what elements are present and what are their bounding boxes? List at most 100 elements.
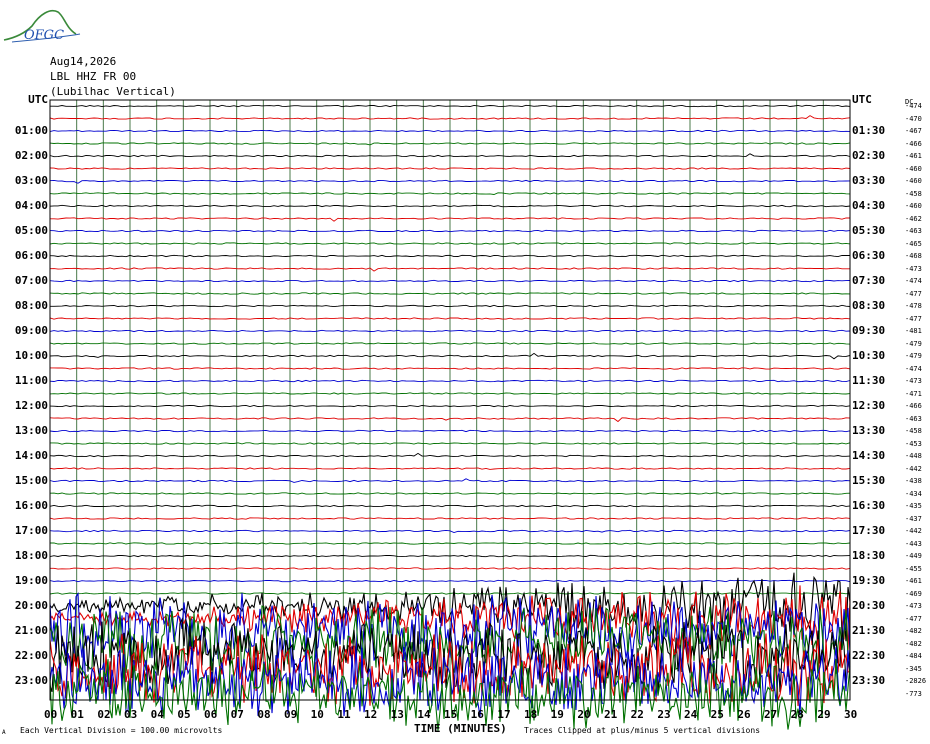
dc-offset-label: -443 — [905, 539, 922, 548]
x-tick-label: 08 — [257, 708, 271, 721]
dc-offset-label: -474 — [905, 364, 922, 373]
left-hour-label: 06:00 — [14, 249, 48, 262]
x-tick-label: 09 — [284, 708, 298, 721]
dc-offset-label: -470 — [905, 114, 922, 123]
dc-offset-label: -460 — [905, 177, 922, 185]
right-hour-label: 07:30 — [852, 274, 886, 287]
left-hour-label: 11:00 — [14, 374, 48, 387]
x-tick-label: 30 — [844, 708, 858, 721]
right-hour-label: 16:30 — [852, 499, 886, 512]
dc-offset-label: -484 — [905, 652, 922, 660]
dc-offset-label: -463 — [905, 414, 922, 423]
left-hour-label: 03:00 — [14, 174, 48, 187]
right-hour-label: 11:30 — [852, 374, 886, 387]
dc-offset-label: -469 — [905, 589, 922, 598]
dc-offset-label: -473 — [905, 377, 922, 385]
dc-offset-label: -773 — [905, 689, 922, 698]
left-hour-label: 16:00 — [14, 499, 48, 512]
footer-mark: A — [2, 729, 6, 736]
left-hour-label: 07:00 — [14, 274, 48, 287]
left-hour-label: 09:00 — [14, 324, 48, 337]
right-hour-label: 23:30 — [852, 674, 886, 687]
x-tick-label: 17 — [497, 708, 511, 721]
right-hour-label: 09:30 — [852, 324, 886, 337]
dc-offset-label: -345 — [905, 664, 922, 673]
x-tick-label: 07 — [230, 708, 244, 721]
right-hour-label: 18:30 — [852, 549, 886, 562]
x-tick-label: 18 — [524, 708, 538, 721]
x-tick-label: 12 — [364, 708, 378, 721]
dc-offset-label: -461 — [905, 577, 922, 585]
dc-offset-label: -455 — [905, 564, 922, 573]
right-hour-label: 06:30 — [852, 249, 886, 262]
right-hour-label: 10:30 — [852, 349, 886, 362]
x-tick-label: 13 — [390, 708, 404, 721]
x-tick-label: 19 — [550, 708, 564, 721]
left-hour-label: 05:00 — [14, 224, 48, 237]
dc-offset-label: -435 — [905, 502, 922, 510]
x-tick-label: 22 — [630, 708, 644, 721]
dc-offset-label: -479 — [905, 339, 922, 348]
right-hour-label: 05:30 — [852, 224, 886, 237]
dc-offset-label: -468 — [905, 252, 922, 260]
x-tick-label: 28 — [790, 708, 804, 721]
x-tick-label: 29 — [817, 708, 831, 721]
right-hour-label: 02:30 — [852, 149, 886, 162]
left-hour-label: 17:00 — [14, 524, 48, 537]
dc-offset-label: -462 — [905, 214, 922, 223]
dc-offset-label: -466 — [905, 402, 922, 410]
right-hour-label: 21:30 — [852, 624, 886, 637]
footer-scale-note: Each Vertical Division = 100.00 microvol… — [20, 726, 223, 735]
left-hour-label: 20:00 — [14, 599, 48, 612]
dc-offset-label: -478 — [905, 302, 922, 310]
right-hour-label: 03:30 — [852, 174, 886, 187]
left-hour-label: 21:00 — [14, 624, 48, 637]
x-tick-label: 15 — [444, 708, 458, 721]
dc-offset-label: -458 — [905, 189, 922, 198]
right-hour-label: 20:30 — [852, 599, 886, 612]
dc-offset-label: -482 — [905, 639, 922, 648]
right-hour-label: 19:30 — [852, 574, 886, 587]
x-tick-label: 21 — [604, 708, 618, 721]
dc-offset-label: -482 — [905, 627, 922, 635]
x-tick-label: 05 — [177, 708, 191, 721]
x-tick-label: 04 — [150, 708, 164, 721]
dc-offset-label: -448 — [905, 452, 922, 460]
right-hour-label: 04:30 — [852, 199, 886, 212]
x-tick-label: 02 — [97, 708, 111, 721]
dc-offset-label: -438 — [905, 477, 922, 485]
left-axis-title: UTC — [28, 93, 48, 106]
footer-clip-note: Traces Clipped at plus/minus 5 vertical … — [524, 726, 761, 735]
x-tick-label: 06 — [204, 708, 218, 721]
dc-offset-label: -466 — [905, 139, 922, 148]
right-hour-label: 22:30 — [852, 649, 886, 662]
x-tick-label: 10 — [310, 708, 324, 721]
left-hour-label: 12:00 — [14, 399, 48, 412]
dc-offset-label: -442 — [905, 464, 922, 473]
dc-offset-label: -463 — [905, 227, 922, 235]
dc-offset-label: -477 — [905, 314, 922, 323]
right-hour-label: 13:30 — [852, 424, 886, 437]
x-tick-label: 26 — [737, 708, 751, 721]
dc-offset-label: -460 — [905, 202, 922, 210]
left-hour-label: 22:00 — [14, 649, 48, 662]
x-tick-label: 27 — [764, 708, 778, 721]
x-tick-label: 23 — [657, 708, 671, 721]
right-hour-label: 08:30 — [852, 299, 886, 312]
right-axis-title: UTC — [852, 93, 872, 106]
right-hour-label: 17:30 — [852, 524, 886, 537]
dc-offset-label: -473 — [905, 602, 922, 610]
dc-offset-label: -477 — [905, 289, 922, 298]
dc-offset-label: -434 — [905, 489, 922, 498]
left-hour-label: 23:00 — [14, 674, 48, 687]
x-tick-label: 03 — [124, 708, 138, 721]
x-tick-label: 14 — [417, 708, 431, 721]
dc-offset-label: -471 — [905, 389, 922, 398]
dc-offset-label: -458 — [905, 427, 922, 435]
x-tick-label: 11 — [337, 708, 351, 721]
left-hour-label: 19:00 — [14, 574, 48, 587]
left-hour-label: 01:00 — [14, 124, 48, 137]
dc-offset-label: -460 — [905, 164, 922, 173]
dc-offset-label: -474 — [905, 102, 922, 110]
left-hour-label: 13:00 — [14, 424, 48, 437]
